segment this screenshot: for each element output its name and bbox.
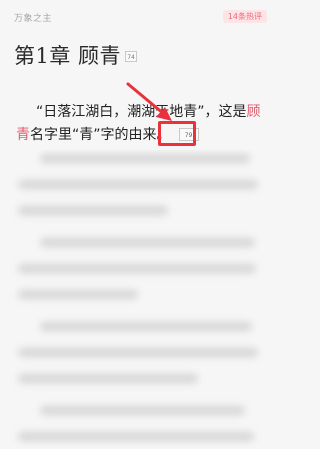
hot-comments-badge[interactable]: 14条热评 bbox=[222, 10, 267, 23]
chapter-title: 第1章 顾青 bbox=[14, 44, 122, 68]
paragraph-line-1: “日落江湖白，潮湖天地青”，这是顾 bbox=[36, 101, 272, 121]
book-title: 万象之主 bbox=[14, 14, 53, 24]
chapter-comment-count[interactable]: 74 bbox=[125, 50, 138, 62]
blurred-content bbox=[0, 150, 277, 449]
paragraph-line-2: 青名字里“青”字的由来。 79 bbox=[16, 124, 268, 144]
character-name-highlight-1[interactable]: 顾 bbox=[247, 104, 261, 120]
reader-header: 万象之主 14条热评 bbox=[0, 0, 277, 32]
paragraph-text-2: 名字里“青”字的由来。 bbox=[30, 127, 171, 143]
annotation-highlight-box bbox=[158, 121, 196, 146]
chapter-heading: 第1章 顾青 74 bbox=[14, 40, 138, 70]
character-name-highlight-2[interactable]: 青 bbox=[16, 124, 30, 144]
paragraph-text-1: “日落江湖白，潮湖天地青”，这是 bbox=[36, 104, 247, 120]
